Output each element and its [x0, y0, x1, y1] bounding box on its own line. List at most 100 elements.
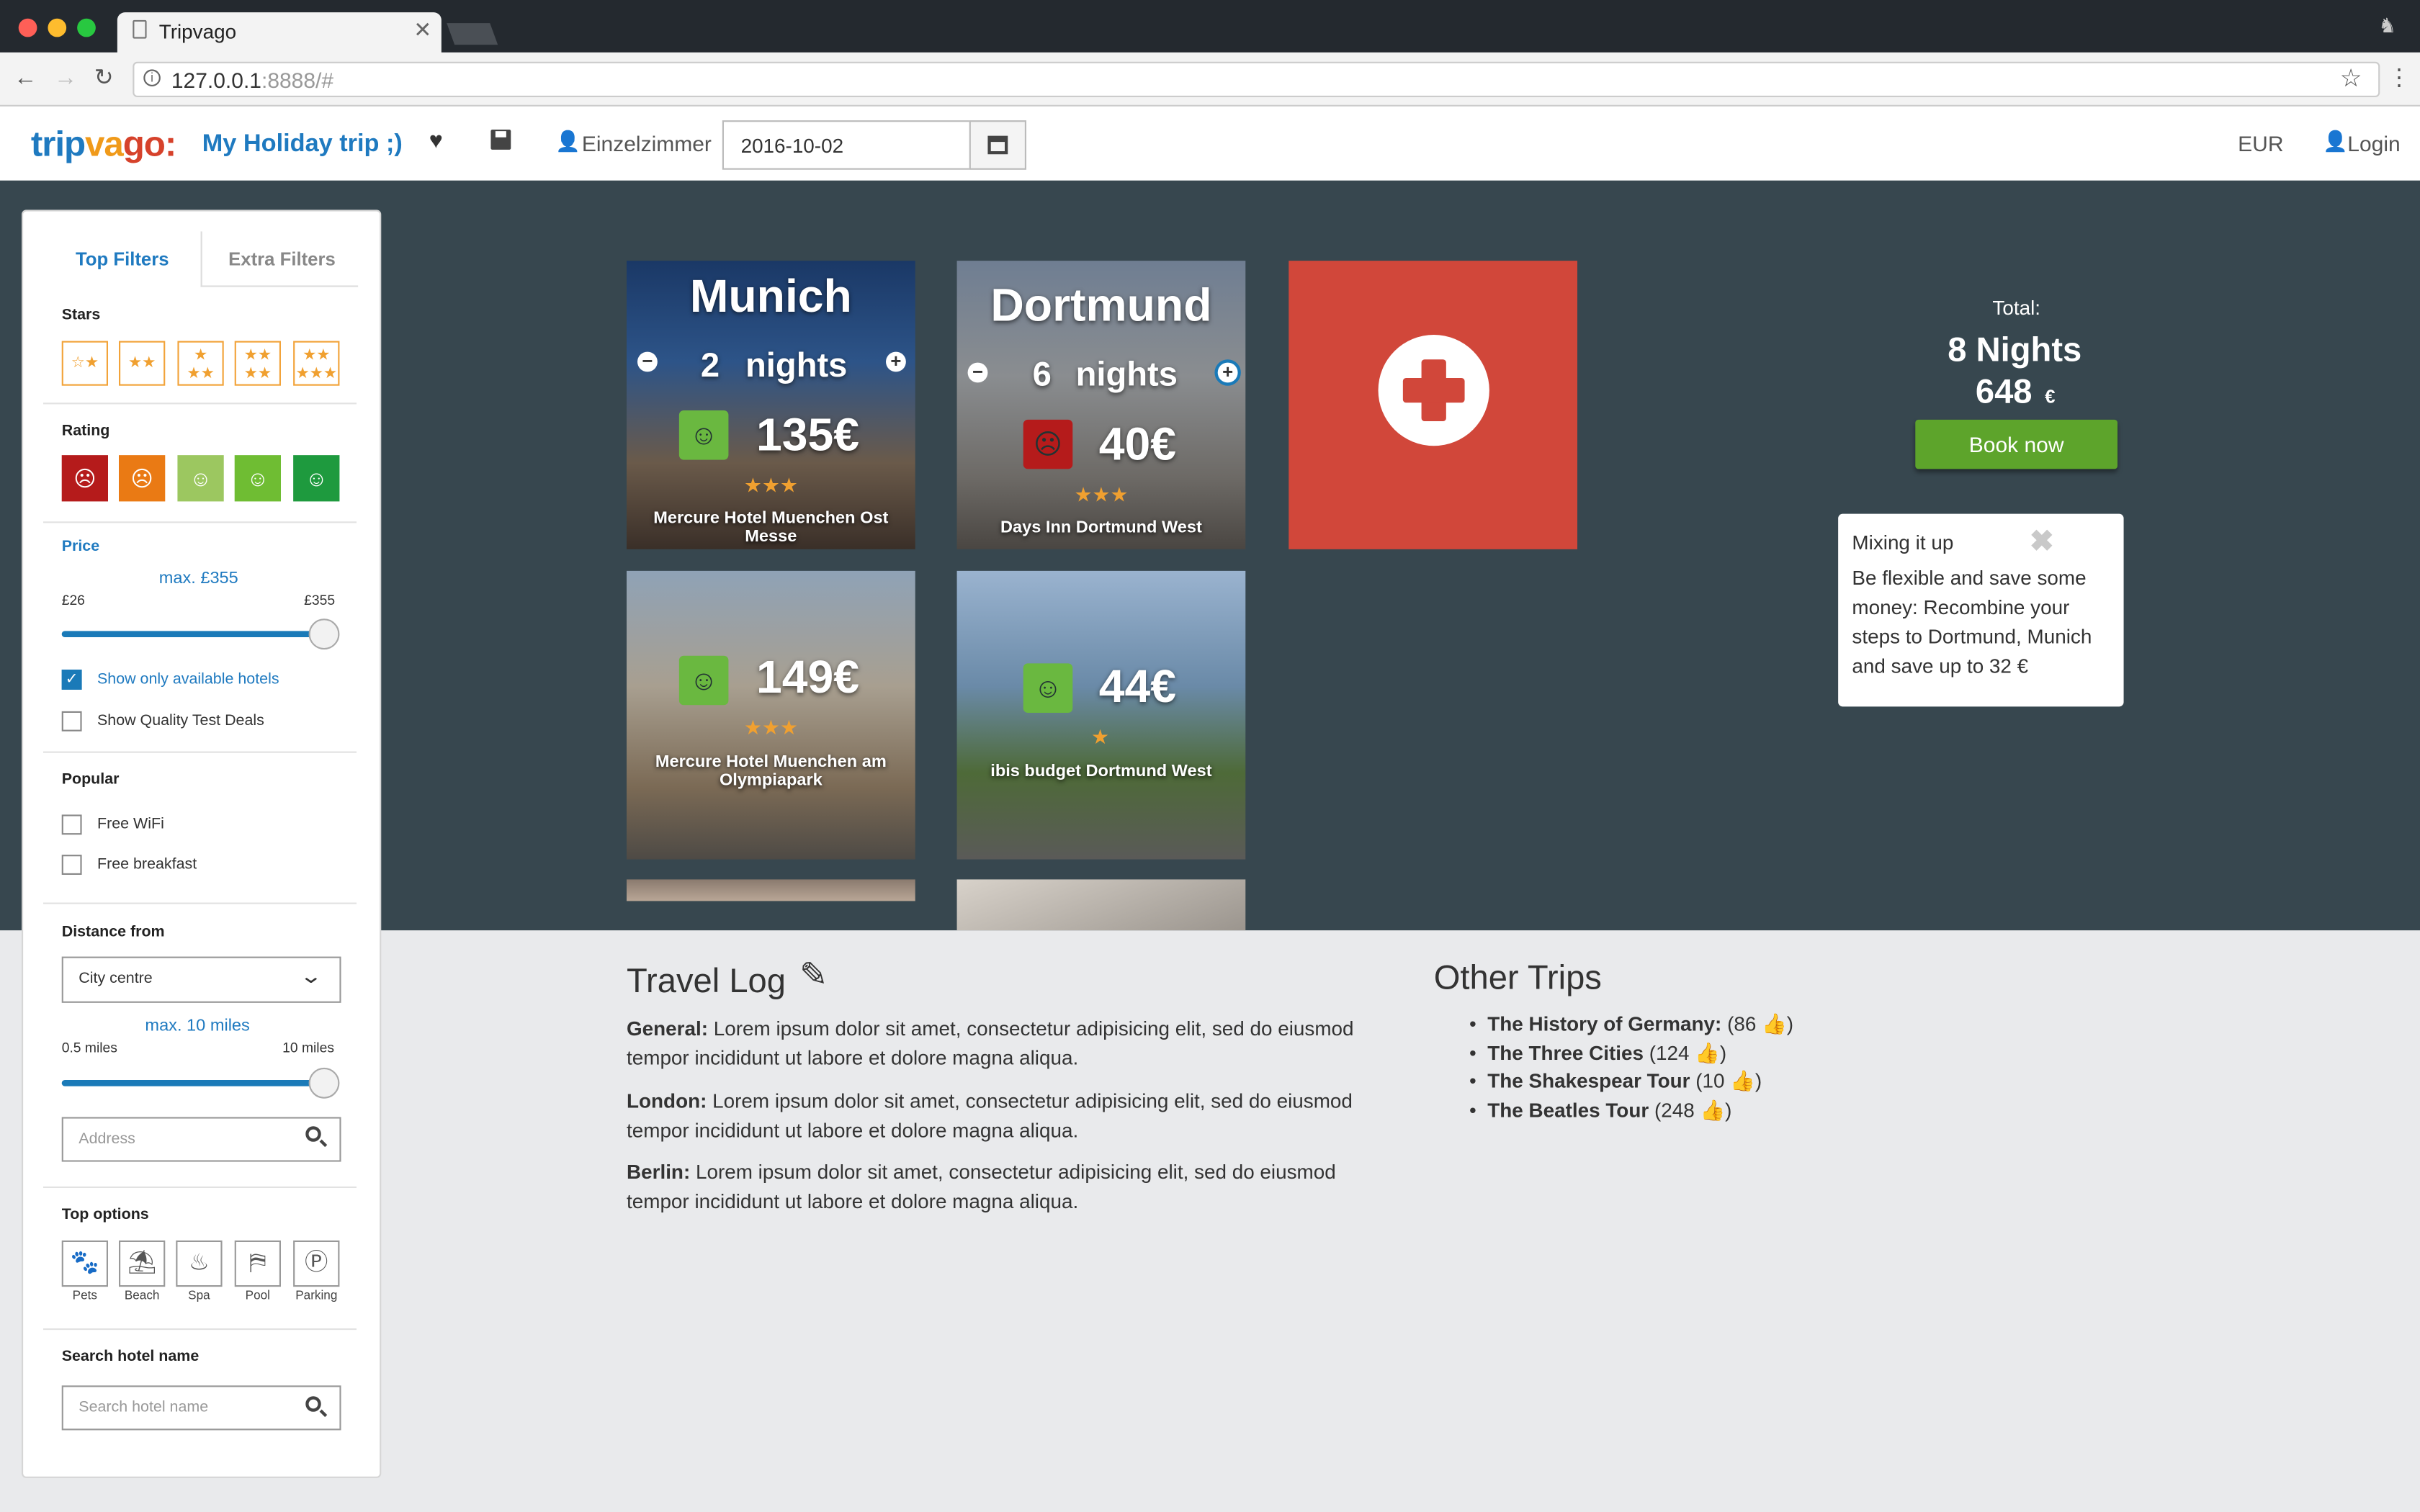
beach-option-button[interactable]: ⛱: [119, 1240, 166, 1287]
minimize-window-button[interactable]: [48, 18, 67, 37]
hotel-stars: ★★★: [743, 473, 798, 497]
plus-night-button[interactable]: +: [886, 351, 906, 372]
price-slider-track[interactable]: [61, 631, 328, 637]
free-wifi-label[interactable]: Free WiFi: [97, 816, 164, 834]
price-label: Price: [61, 538, 100, 556]
rating-ok[interactable]: ☺: [177, 455, 224, 502]
hotel-card-alternative[interactable]: [627, 570, 915, 860]
tab-extra-filters[interactable]: Extra Filters: [228, 248, 336, 270]
nights-count: 2: [700, 346, 720, 384]
hotel-card-partial[interactable]: [956, 879, 1246, 931]
star-filter-4[interactable]: ★★ ★★: [234, 341, 281, 386]
rating-good[interactable]: ☺: [234, 455, 281, 502]
maximize-window-button[interactable]: [77, 18, 96, 37]
hotel-stars: ★★★: [743, 716, 798, 739]
search-icon[interactable]: [305, 1126, 328, 1148]
logo-letter: i: [55, 123, 65, 164]
tab-top-filters[interactable]: Top Filters: [76, 248, 169, 270]
tripvago-logo[interactable]: tripvago:: [31, 123, 176, 165]
bookmark-star-icon[interactable]: ☆: [2340, 63, 2362, 94]
divider: [43, 521, 357, 523]
option-label: Spa: [188, 1288, 210, 1302]
login-link[interactable]: Login: [2347, 131, 2400, 156]
distance-slider-track[interactable]: [61, 1080, 328, 1086]
star-filter-1[interactable]: ☆★: [61, 341, 108, 386]
free-wifi-checkbox[interactable]: [61, 814, 82, 835]
tip-text: Be flexible and save some money: Recombi…: [1852, 566, 2092, 678]
save-icon-slot: [495, 131, 506, 138]
pool-option-button[interactable]: ⛿: [234, 1240, 281, 1287]
heart-icon[interactable]: ♥: [429, 128, 443, 154]
parking-option-button[interactable]: Ⓟ: [293, 1240, 340, 1287]
option-label: Parking: [295, 1288, 338, 1302]
user-icon: 👤: [555, 130, 581, 153]
currency-selector[interactable]: EUR: [2238, 131, 2283, 156]
close-tab-icon[interactable]: ✕: [413, 17, 431, 43]
minus-night-button[interactable]: −: [637, 351, 658, 372]
free-breakfast-checkbox[interactable]: [61, 855, 82, 875]
save-icon[interactable]: [490, 130, 511, 150]
divider: [43, 1328, 357, 1331]
pencil-icon[interactable]: ✎: [799, 955, 828, 995]
star-filter-5[interactable]: ★★ ★★★: [293, 341, 340, 386]
available-hotels-label[interactable]: Show only available hotels: [97, 671, 279, 688]
page-icon: [133, 19, 147, 39]
info-icon[interactable]: i: [143, 69, 161, 86]
trip-item[interactable]: • The Three Cities (124 👍): [1469, 1041, 1726, 1066]
book-now-button[interactable]: Book now: [1915, 419, 2118, 469]
rating-excellent[interactable]: ☺: [293, 455, 340, 502]
hotel-name: Mercure Hotel Muenchen am Olympiapark: [655, 752, 887, 791]
hotel-name-placeholder: Search hotel name: [79, 1399, 209, 1417]
close-window-button[interactable]: [18, 18, 37, 37]
distance-max-label: 10 miles: [282, 1040, 334, 1056]
room-type[interactable]: Einzelzimmer: [582, 131, 712, 156]
distance-min-label: 0.5 miles: [61, 1040, 117, 1056]
rating-very-bad[interactable]: ☹: [61, 455, 108, 502]
logo-letter: v: [85, 123, 104, 164]
add-icon[interactable]: [1378, 335, 1489, 446]
spa-option-button[interactable]: ♨: [176, 1240, 223, 1287]
log-entry: Berlin: Lorem ipsum dolor sit amet, cons…: [627, 1160, 1336, 1213]
new-tab-button[interactable]: [447, 23, 498, 45]
trip-item[interactable]: • The Shakespear Tour (10 👍): [1469, 1069, 1762, 1094]
distance-slider-handle[interactable]: [308, 1067, 340, 1099]
quality-deals-label[interactable]: Show Quality Test Deals: [97, 713, 264, 730]
travel-log-title: Travel Log: [627, 961, 786, 1000]
rating-bad[interactable]: ☹: [119, 455, 166, 502]
close-icon[interactable]: ✖: [2030, 525, 2054, 560]
logo-letter: r: [42, 123, 55, 164]
menu-dots-icon[interactable]: ⋮: [2388, 63, 2411, 91]
minus-night-button[interactable]: −: [967, 362, 988, 383]
total-amount: 648: [1975, 372, 2033, 410]
star-filter-2[interactable]: ★★: [119, 341, 166, 386]
address-placeholder: Address: [79, 1130, 135, 1148]
tab-title: Tripvago: [158, 19, 237, 44]
option-label: Pool: [245, 1288, 270, 1302]
log-entry: London: Lorem ipsum dolor sit amet, cons…: [627, 1089, 1353, 1142]
price-slider-handle[interactable]: [308, 618, 340, 650]
rating-smiley-icon: ☺: [1023, 663, 1073, 713]
hotel-card-alternative[interactable]: [956, 570, 1246, 860]
back-icon[interactable]: ←: [14, 65, 37, 91]
url-field[interactable]: [133, 61, 2380, 97]
quality-deals-checkbox[interactable]: [61, 711, 82, 732]
star-filter-3[interactable]: ★ ★★: [177, 341, 224, 386]
forward-icon[interactable]: →: [54, 65, 77, 91]
divider: [43, 1186, 357, 1188]
plus-night-button[interactable]: +: [1217, 362, 1238, 383]
trip-title[interactable]: My Holiday trip ;): [202, 131, 403, 159]
pets-option-button[interactable]: 🐾: [61, 1240, 108, 1287]
hotel-card-partial[interactable]: [627, 879, 915, 901]
trip-item[interactable]: • The Beatles Tour (248 👍): [1469, 1099, 1731, 1123]
hotel-price: 44€: [1098, 662, 1176, 713]
city-name: Munich: [689, 271, 852, 323]
total-nights: 8 Nights: [1948, 330, 2082, 369]
available-hotels-checkbox[interactable]: ✓: [61, 670, 82, 690]
calendar-button[interactable]: [969, 120, 1026, 170]
free-breakfast-label[interactable]: Free breakfast: [97, 856, 197, 873]
search-icon[interactable]: [305, 1396, 328, 1418]
trip-item[interactable]: • The History of Germany: (86 👍): [1469, 1012, 1793, 1037]
search-hotel-label: Search hotel name: [61, 1348, 200, 1366]
hotel-name: ibis budget Dortmund West: [990, 762, 1212, 781]
reload-icon[interactable]: ↻: [94, 63, 114, 91]
